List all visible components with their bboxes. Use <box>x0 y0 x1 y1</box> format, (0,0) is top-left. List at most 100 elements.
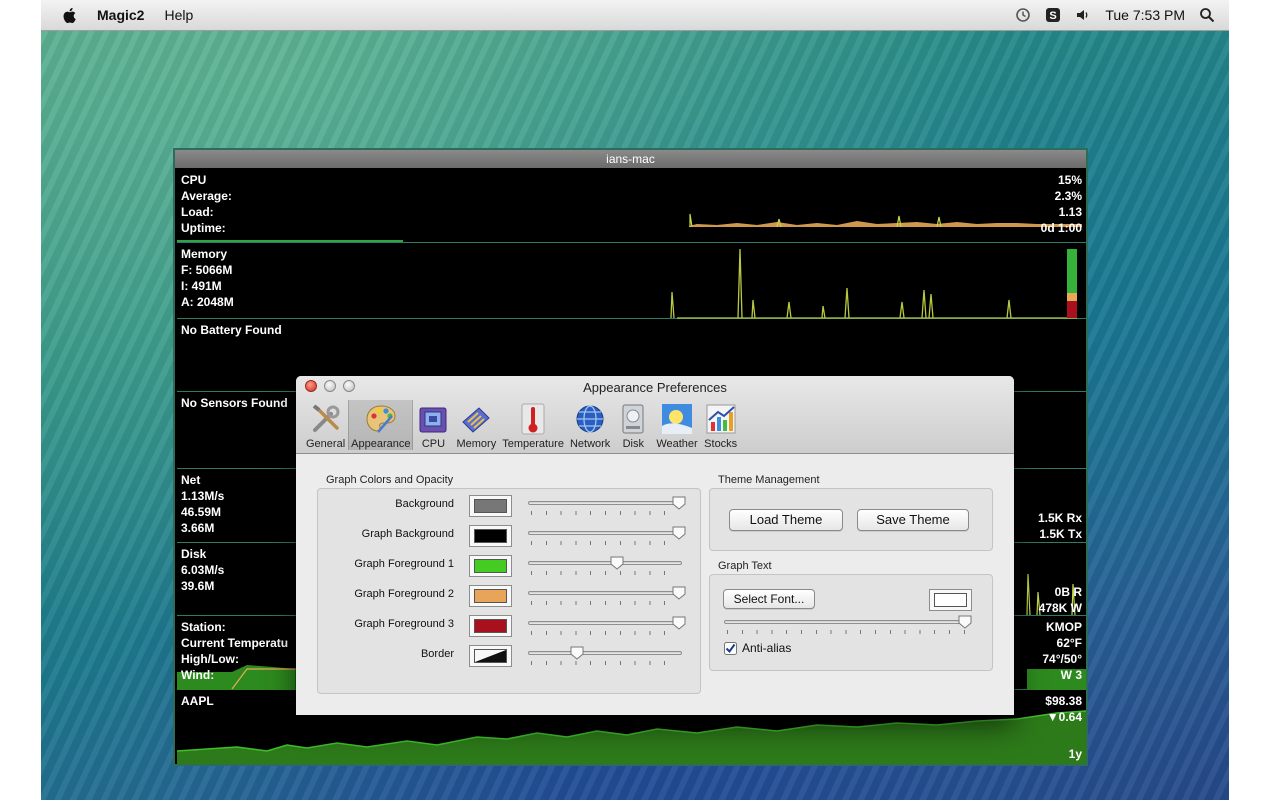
tools-icon <box>312 404 340 432</box>
stocks-values: $98.38 ▼0.64 <box>1045 693 1082 725</box>
opacity-slider[interactable] <box>528 556 682 575</box>
slider-knob-icon[interactable] <box>610 556 624 570</box>
graph-colors-title: Graph Colors and Opacity <box>326 474 454 486</box>
graph-colors-group: Background Graph Background Graph Foregrou… <box>317 488 701 694</box>
tab-temperature[interactable]: Temperature <box>499 400 567 450</box>
opacity-slider[interactable] <box>528 496 686 515</box>
net-received-label: 46.59M <box>181 505 222 519</box>
tab-general-label: General <box>306 438 346 450</box>
color-swatch[interactable] <box>469 615 512 637</box>
cpu-average-label: Average: <box>181 189 232 203</box>
time-machine-icon[interactable] <box>1015 7 1031 23</box>
slider-knob-icon[interactable] <box>672 586 686 600</box>
globe-icon <box>576 405 604 433</box>
memory-label: Memory <box>181 247 228 261</box>
memory-stick-icon <box>462 407 491 433</box>
disk-rate-label: 6.03M/s <box>181 563 225 577</box>
tab-appearance[interactable]: Appearance <box>348 400 414 450</box>
sensors-labels: No Sensors Found <box>181 395 288 411</box>
weather-values: KMOP 62°F 74°/50° W 3 <box>1042 619 1082 683</box>
slider-knob-icon[interactable] <box>672 526 686 540</box>
stock-range-value: 1y <box>1068 747 1082 761</box>
disk-labels: Disk 6.03M/s 39.6M <box>181 546 224 594</box>
cpu-values: 15% 2.3% 1.13 0d 1:00 <box>1041 172 1082 236</box>
tab-disk[interactable]: Disk <box>613 400 653 450</box>
tab-weather-label: Weather <box>656 438 698 450</box>
spotlight-icon[interactable] <box>1199 7 1215 23</box>
stocks-labels: AAPL <box>181 693 214 709</box>
tab-cpu[interactable]: CPU <box>413 400 453 450</box>
color-swatch[interactable] <box>469 495 512 517</box>
color-row-label: Graph Foreground 3 <box>354 618 454 630</box>
slider-knob-icon[interactable] <box>958 615 972 629</box>
color-swatch[interactable] <box>469 585 512 607</box>
opacity-slider[interactable] <box>528 616 686 635</box>
app-name-menu[interactable]: Magic2 <box>97 7 144 23</box>
weather-station-label: Station: <box>181 620 226 634</box>
svg-text:S: S <box>1050 10 1057 22</box>
cpu-label: CPU <box>181 173 207 187</box>
monitor-title[interactable]: ians-mac <box>175 150 1086 168</box>
appearance-preferences-dialog: Appearance Preferences General Appearanc… <box>296 376 1014 715</box>
save-theme-button[interactable]: Save Theme <box>857 509 969 531</box>
dialog-title: Appearance Preferences <box>583 380 727 395</box>
battery-labels: No Battery Found <box>181 322 282 338</box>
cpu-load-value: 1.13 <box>1058 205 1082 219</box>
color-row: Border <box>318 640 700 670</box>
tab-memory[interactable]: Memory <box>453 400 499 450</box>
select-font-button[interactable]: Select Font... <box>723 589 815 609</box>
slider-knob-icon[interactable] <box>672 496 686 510</box>
tab-network[interactable]: Network <box>567 400 613 450</box>
weather-wind-value: W 3 <box>1060 668 1082 682</box>
weather-current-temp-value: 62°F <box>1056 636 1082 650</box>
color-row: Graph Background <box>318 520 700 550</box>
theme-management-title: Theme Management <box>718 474 820 486</box>
color-swatch[interactable] <box>469 645 512 667</box>
net-tx-value: 1.5K Tx <box>1039 527 1082 541</box>
disk-total-label: 39.6M <box>181 579 215 593</box>
tab-stocks-label: Stocks <box>704 438 738 450</box>
disk-drive-icon <box>622 404 644 434</box>
graph-text-title: Graph Text <box>718 560 772 572</box>
net-labels: Net 1.13M/s 46.59M 3.66M <box>181 472 224 536</box>
stock-change-value: ▼0.64 <box>1046 710 1082 724</box>
anti-alias-checkbox[interactable] <box>724 641 737 655</box>
help-menu[interactable]: Help <box>164 7 193 23</box>
tab-weather[interactable]: Weather <box>653 400 700 450</box>
tab-appearance-label: Appearance <box>351 438 411 450</box>
color-swatch[interactable] <box>469 555 512 577</box>
apple-icon[interactable] <box>61 7 77 24</box>
color-swatch[interactable] <box>469 525 512 547</box>
stock-symbol-label: AAPL <box>181 694 214 708</box>
tab-temperature-label: Temperature <box>502 438 564 450</box>
graph-text-group: Select Font... Anti-alias <box>709 574 993 671</box>
graph-text-color-swatch[interactable] <box>929 589 972 611</box>
opacity-slider[interactable] <box>528 526 686 545</box>
slider-knob-icon[interactable] <box>672 616 686 630</box>
disk-write-value: 478K W <box>1038 601 1082 615</box>
palette-icon <box>366 405 396 433</box>
color-row-label: Background <box>395 498 454 510</box>
opacity-slider[interactable] <box>528 646 682 665</box>
tab-stocks[interactable]: Stocks <box>701 400 741 450</box>
cpu-graph <box>177 213 1082 242</box>
thermometer-icon <box>521 403 545 435</box>
volume-icon[interactable] <box>1075 7 1091 23</box>
memory-free-label: F: 5066M <box>181 263 233 277</box>
opacity-slider[interactable] <box>528 586 686 605</box>
graph-text-opacity-slider[interactable] <box>724 615 972 634</box>
anti-alias-control[interactable]: Anti-alias <box>724 641 791 655</box>
memory-active-label: A: 2048M <box>181 295 234 309</box>
tab-general[interactable]: General <box>303 400 348 450</box>
load-theme-button[interactable]: Load Theme <box>729 509 843 531</box>
disk-label: Disk <box>181 547 207 561</box>
sensors-status-label: No Sensors Found <box>181 396 288 410</box>
memory-panel: Memory F: 5066M I: 491M A: 2048M <box>177 244 1086 319</box>
skype-icon[interactable]: S <box>1045 7 1061 23</box>
prefs-toolbar: Appearance Preferences General Appearanc… <box>296 376 1014 454</box>
slider-knob-icon[interactable] <box>570 646 584 660</box>
menu-clock[interactable]: Tue 7:53 PM <box>1105 7 1185 23</box>
cpu-load-label: Load: <box>181 205 214 219</box>
prefs-tabs: General Appearance CPU Memory Temperatur… <box>303 400 741 450</box>
cpu-uptime-value: 0d 1:00 <box>1040 221 1082 235</box>
